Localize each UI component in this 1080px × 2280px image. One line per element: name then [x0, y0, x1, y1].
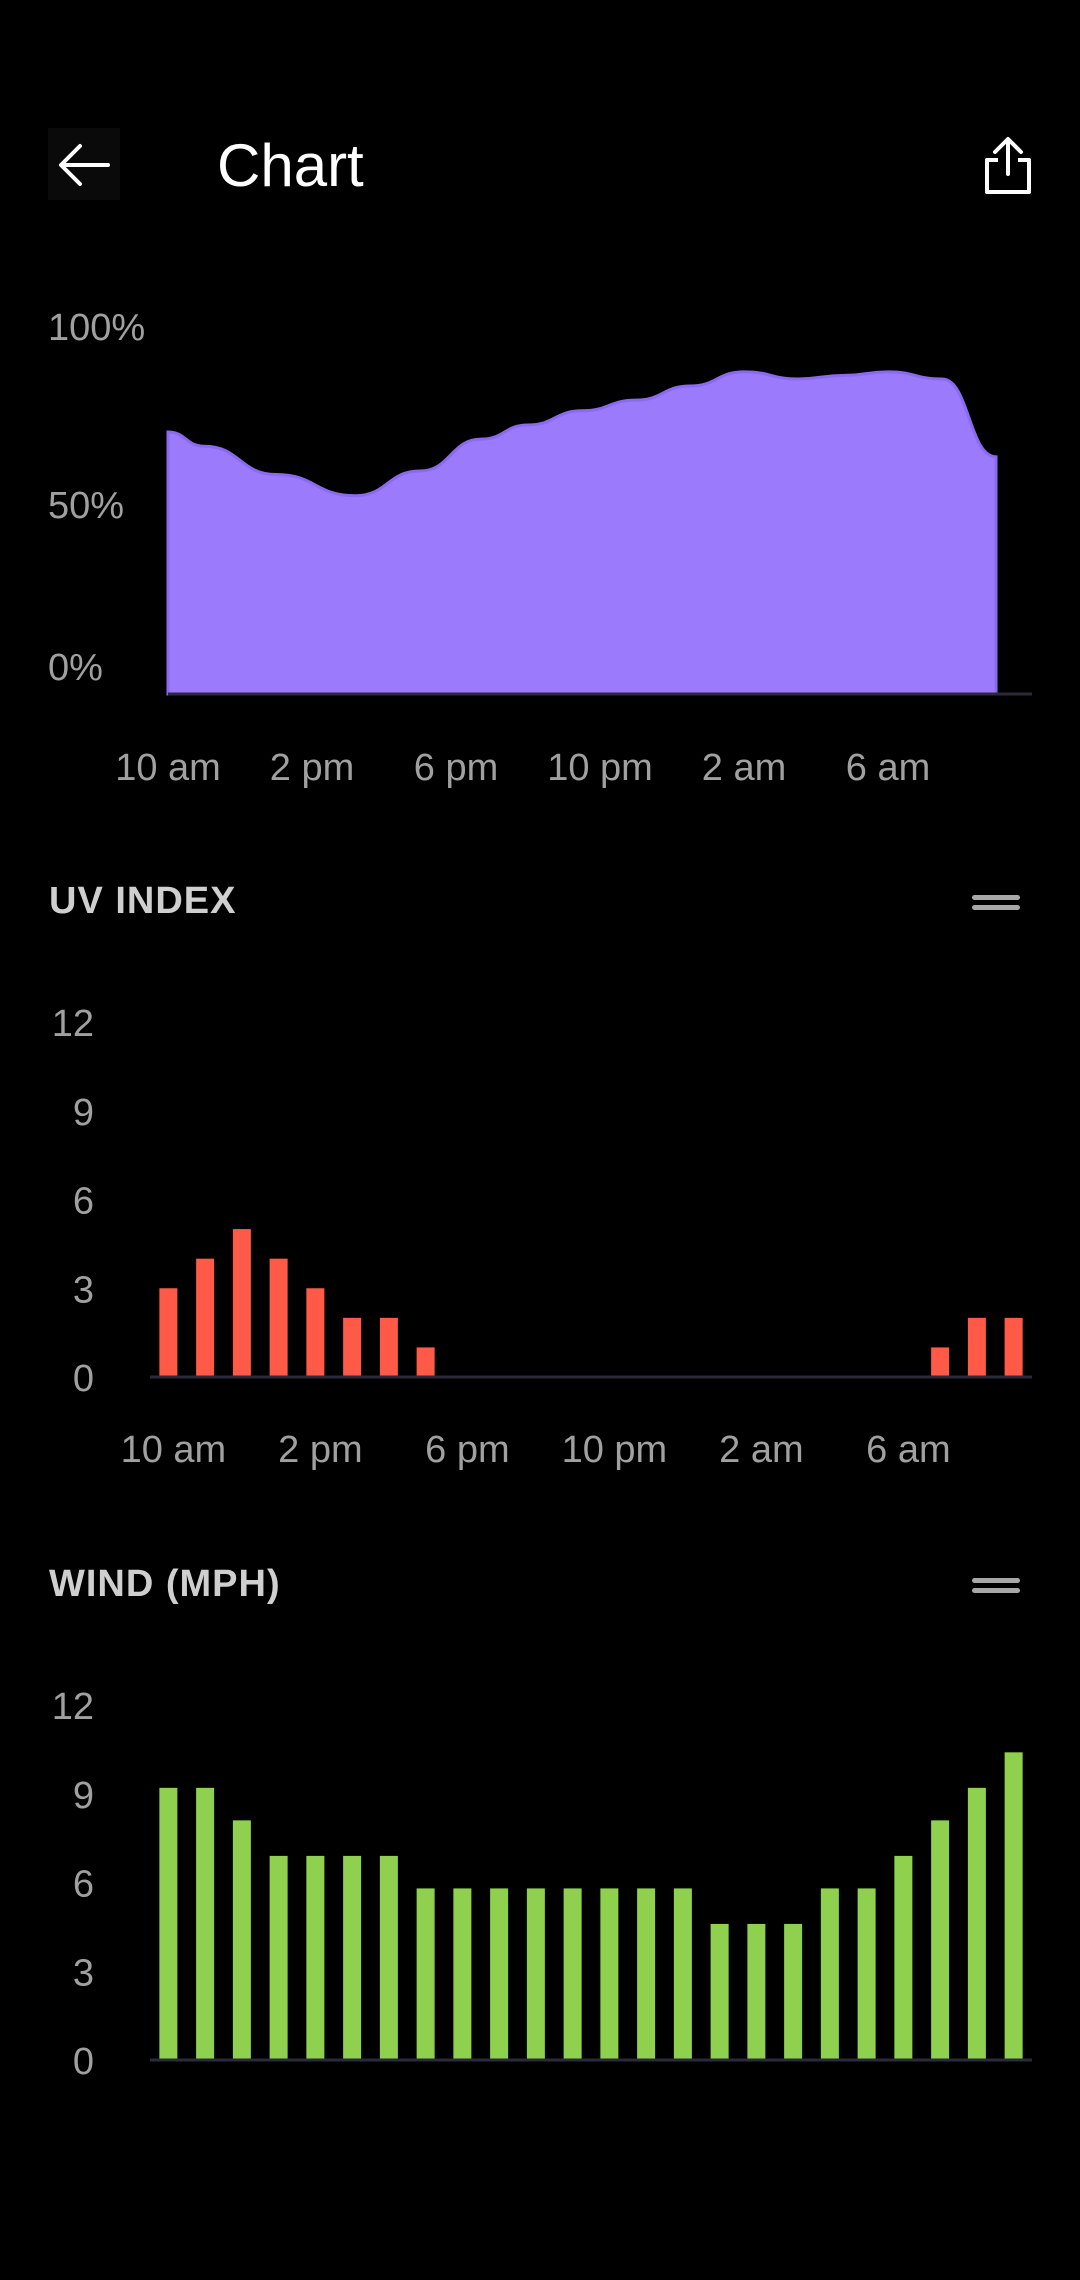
- uv-bar: [931, 1347, 950, 1377]
- uv-y-tick-label: 9: [73, 1092, 94, 1134]
- uv-x-tick-label: 10 pm: [562, 1429, 668, 1471]
- wind-bar: [343, 1855, 362, 2060]
- wind-bar: [673, 1888, 692, 2060]
- uv-drag-handle[interactable]: [970, 884, 1024, 924]
- wind-bar: [453, 1888, 472, 2060]
- wind-bar: [563, 1888, 582, 2060]
- wind-bar: [232, 1820, 251, 2060]
- area-y-tick-label: 50%: [48, 485, 124, 527]
- wind-bar: [416, 1888, 435, 2060]
- uv-bar: [159, 1288, 178, 1377]
- uv-bar: [196, 1258, 215, 1377]
- uv-bar: [416, 1347, 435, 1377]
- wind-bar: [269, 1855, 288, 2060]
- area-x-tick-label: 2 am: [702, 747, 786, 789]
- arrow-left-icon: [59, 144, 110, 186]
- wind-y-tick-label: 3: [73, 1952, 94, 1994]
- wind-bar: [967, 1787, 986, 2060]
- uv-bar: [379, 1317, 398, 1377]
- wind-bar: [931, 1820, 950, 2060]
- page-title: Chart: [217, 132, 364, 199]
- wind-y-tick-label: 0: [73, 2041, 94, 2083]
- uv-y-tick-label: 6: [73, 1181, 94, 1223]
- uv-x-tick-label: 2 pm: [278, 1429, 362, 1471]
- uv-bar: [1004, 1317, 1023, 1377]
- wind-bar: [710, 1923, 729, 2060]
- uv-bar: [232, 1229, 251, 1377]
- uv-bar: [343, 1317, 362, 1377]
- uv-x-tick-label: 2 am: [719, 1429, 803, 1471]
- wind-y-tick-label: 12: [52, 1686, 94, 1728]
- wind-bar: [306, 1855, 325, 2060]
- wind-bar: [379, 1855, 398, 2060]
- wind-bar: [784, 1923, 803, 2060]
- wind-bar: [600, 1888, 619, 2060]
- wind-bar: [1004, 1752, 1023, 2060]
- wind-y-tick-label: 6: [73, 1864, 94, 1906]
- wind-y-tick-label: 9: [73, 1775, 94, 1817]
- area-y-tick-label: 100%: [48, 307, 145, 349]
- uv-x-tick-label: 6 pm: [425, 1429, 509, 1471]
- share-icon: [985, 137, 1031, 194]
- wind-bar: [820, 1888, 839, 2060]
- uv-y-tick-label: 3: [73, 1269, 94, 1311]
- area-x-tick-label: 2 pm: [270, 747, 354, 789]
- wind-bar: [747, 1923, 766, 2060]
- wind-bar: [490, 1888, 509, 2060]
- area-x-tick-label: 6 am: [846, 747, 930, 789]
- uv-y-tick-label: 12: [52, 1003, 94, 1045]
- wind-title: WIND (MPH): [49, 1563, 281, 1605]
- area-series-fill: [166, 370, 998, 696]
- wind-chart: 12963010 am2 pm6 pm10 pm2 am6 am: [52, 1686, 1032, 2143]
- uv-index-title: UV INDEX: [49, 880, 237, 922]
- wind-bar: [637, 1888, 656, 2060]
- wind-bar: [894, 1855, 913, 2060]
- area-chart: 100% 50% 0% 10 am 2 pm 6 pm 10 pm 2 am 6 am: [48, 307, 1032, 789]
- wind-drag-handle[interactable]: [970, 1567, 1024, 1607]
- uv-x-tick-label: 10 am: [121, 1429, 227, 1471]
- area-x-tick-label: 10 am: [115, 747, 221, 789]
- wind-bar: [857, 1888, 876, 2060]
- app-bar: Chart: [0, 0, 1080, 240]
- wind-bar: [196, 1787, 215, 2060]
- uv-bar: [306, 1288, 325, 1377]
- back-button[interactable]: [48, 128, 120, 200]
- uv-index-chart: 12 9 6 3 0 10 am 2 pm 6 pm 10 pm 2 am 6 am: [52, 1003, 1032, 1471]
- area-x-tick-label: 10 pm: [547, 747, 653, 789]
- area-y-tick-label: 0%: [48, 647, 103, 689]
- bottom-fade: [0, 2112, 1080, 2280]
- share-button[interactable]: [972, 126, 1044, 206]
- uv-bar: [269, 1258, 288, 1377]
- uv-y-tick-label: 0: [73, 1358, 94, 1400]
- wind-bar: [526, 1888, 545, 2060]
- wind-bar: [159, 1787, 178, 2060]
- uv-x-tick-label: 6 am: [866, 1429, 950, 1471]
- area-x-tick-label: 6 pm: [414, 747, 498, 789]
- uv-bar: [967, 1317, 986, 1377]
